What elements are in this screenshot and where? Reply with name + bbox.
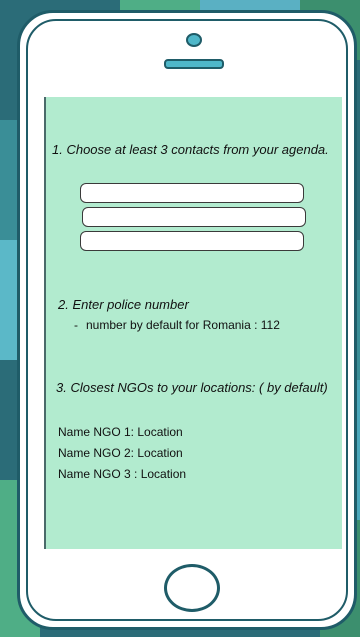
step3-title: 3. Closest NGOs to your locations: ( by … xyxy=(56,380,328,395)
ngo-item-3: Name NGO 3 : Location xyxy=(58,467,187,481)
contact-field-2[interactable] xyxy=(82,207,306,227)
ngo-item-1: Name NGO 1: Location xyxy=(58,425,183,439)
step2-dash: - xyxy=(74,318,78,332)
app-screen: 1. Choose at least 3 contacts from your … xyxy=(44,97,342,549)
camera-icon xyxy=(186,33,202,47)
contact-field-1[interactable] xyxy=(80,183,304,203)
step1-title: 1. Choose at least 3 contacts from your … xyxy=(52,142,329,157)
police-number-hint: number by default for Romania : 112 xyxy=(86,318,280,332)
contact-field-3[interactable] xyxy=(80,231,304,251)
step2-title: 2. Enter police number xyxy=(58,297,189,312)
ngo-item-2: Name NGO 2: Location xyxy=(58,446,183,460)
speaker-icon xyxy=(164,59,224,69)
home-button-icon[interactable] xyxy=(164,564,220,612)
